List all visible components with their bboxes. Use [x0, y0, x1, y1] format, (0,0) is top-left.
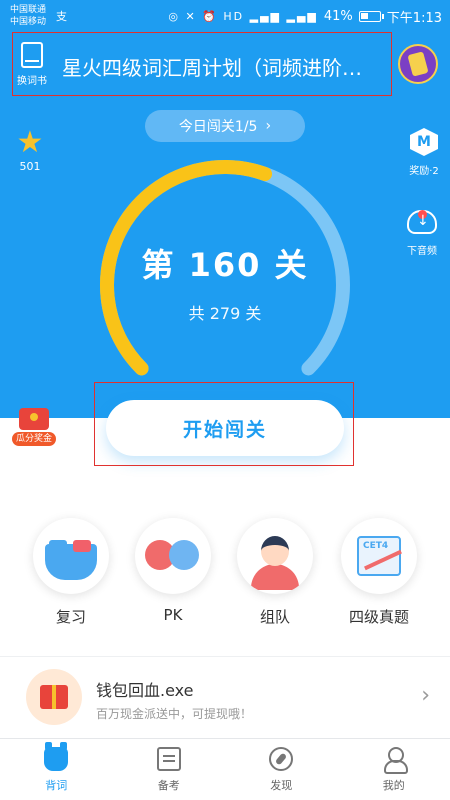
red-packet-label: 瓜分奖金: [12, 432, 56, 446]
tile-pk[interactable]: PK: [128, 518, 218, 624]
promo-subtitle: 百万现金派送中，可提现哦！: [96, 707, 253, 721]
nav-discover[interactable]: 发现: [225, 739, 338, 800]
tile-team[interactable]: 组队: [230, 518, 320, 627]
notification-dot: [418, 210, 427, 219]
tile-cet4-label: 四级真题: [348, 608, 409, 626]
tile-review-label: 复习: [55, 608, 86, 626]
switch-book-label: 换词书: [17, 76, 47, 87]
cloud-download-icon: [407, 210, 437, 234]
battery-percent: 41%: [323, 9, 353, 24]
battery-icon: [358, 11, 384, 22]
reward-button[interactable]: M 奖励·2: [402, 128, 446, 177]
today-challenge-pill[interactable]: 今日闯关1/5 ›: [145, 110, 305, 142]
nav-words-label: 背词: [45, 779, 68, 792]
bottom-nav: 背词 备考 发现 我的: [0, 738, 450, 800]
nav-exam-prep[interactable]: 备考: [113, 739, 226, 800]
tile-pk-label: PK: [163, 606, 183, 624]
start-challenge-button[interactable]: 开始闯关: [106, 400, 344, 456]
status-bar: 中国联通 中国移动 支 ◎ ✕ ⏰ HD ▂▄▆ ▂▄▆ 41% 下午1:13: [0, 0, 450, 34]
star-icon: ★: [16, 125, 44, 160]
avatar[interactable]: [398, 44, 438, 84]
chevron-right-icon: ›: [421, 683, 430, 708]
red-packet-button[interactable]: 瓜分奖金: [12, 404, 56, 446]
download-audio-label: 下音频: [407, 246, 437, 257]
medal-icon: M: [410, 128, 438, 156]
team-avatar-icon: [237, 518, 313, 594]
today-challenge-label: 今日闯关1/5: [178, 119, 258, 135]
tile-review[interactable]: 复习: [26, 518, 116, 627]
total-levels: 共 279 关: [188, 304, 262, 323]
review-icon: [33, 518, 109, 594]
switch-book-button[interactable]: 换词书: [10, 40, 54, 92]
nav-me[interactable]: 我的: [338, 739, 450, 800]
alipay-icon: 支: [56, 10, 67, 23]
document-icon: [156, 747, 181, 771]
promo-title: 钱包回血.exe: [96, 681, 194, 700]
battery-fill: [360, 13, 368, 19]
carrier-info: 中国联通 中国移动: [10, 4, 46, 28]
current-level: 第 160 关: [141, 246, 309, 284]
nav-words[interactable]: 背词: [0, 739, 113, 800]
nav-discover-label: 发现: [270, 779, 293, 792]
chevron-right-icon: ›: [265, 118, 272, 134]
nav-exam-prep-label: 备考: [157, 779, 180, 792]
star-score[interactable]: ★ 501: [12, 125, 48, 174]
words-icon: [44, 742, 69, 771]
book-title[interactable]: 星火四级词汇周计划（词频进阶…: [62, 52, 392, 81]
cet4-exam-icon: CET4: [341, 518, 417, 594]
red-packet-icon: [19, 408, 49, 430]
book-icon: [21, 42, 43, 68]
user-icon: [382, 747, 408, 774]
avatar-badge-icon: [407, 51, 429, 77]
clock: 下午1:13: [386, 11, 442, 26]
compass-icon: [269, 747, 294, 771]
star-count: 501: [19, 160, 41, 173]
download-audio-button[interactable]: 下音频: [398, 210, 446, 257]
reward-label: 奖励·2: [409, 166, 439, 177]
gift-icon: [26, 669, 82, 725]
nav-me-label: 我的: [382, 779, 405, 792]
tile-team-label: 组队: [259, 608, 290, 626]
carrier-1: 中国联通: [10, 5, 47, 15]
promo-card[interactable]: 钱包回血.exe 百万现金派送中，可提现哦！ ›: [0, 656, 450, 736]
boxing-gloves-icon: [135, 518, 211, 594]
status-right: ◎ ✕ ⏰ HD ▂▄▆ ▂▄▆ 41% 下午1:13: [168, 7, 442, 26]
status-icons: ◎ ✕ ⏰ HD ▂▄▆ ▂▄▆: [168, 10, 318, 23]
level-info: 第 160 关 共 279 关: [95, 240, 355, 324]
carrier-2: 中国移动: [10, 17, 47, 27]
tile-cet4-exam[interactable]: CET4 四级真题: [334, 518, 424, 627]
